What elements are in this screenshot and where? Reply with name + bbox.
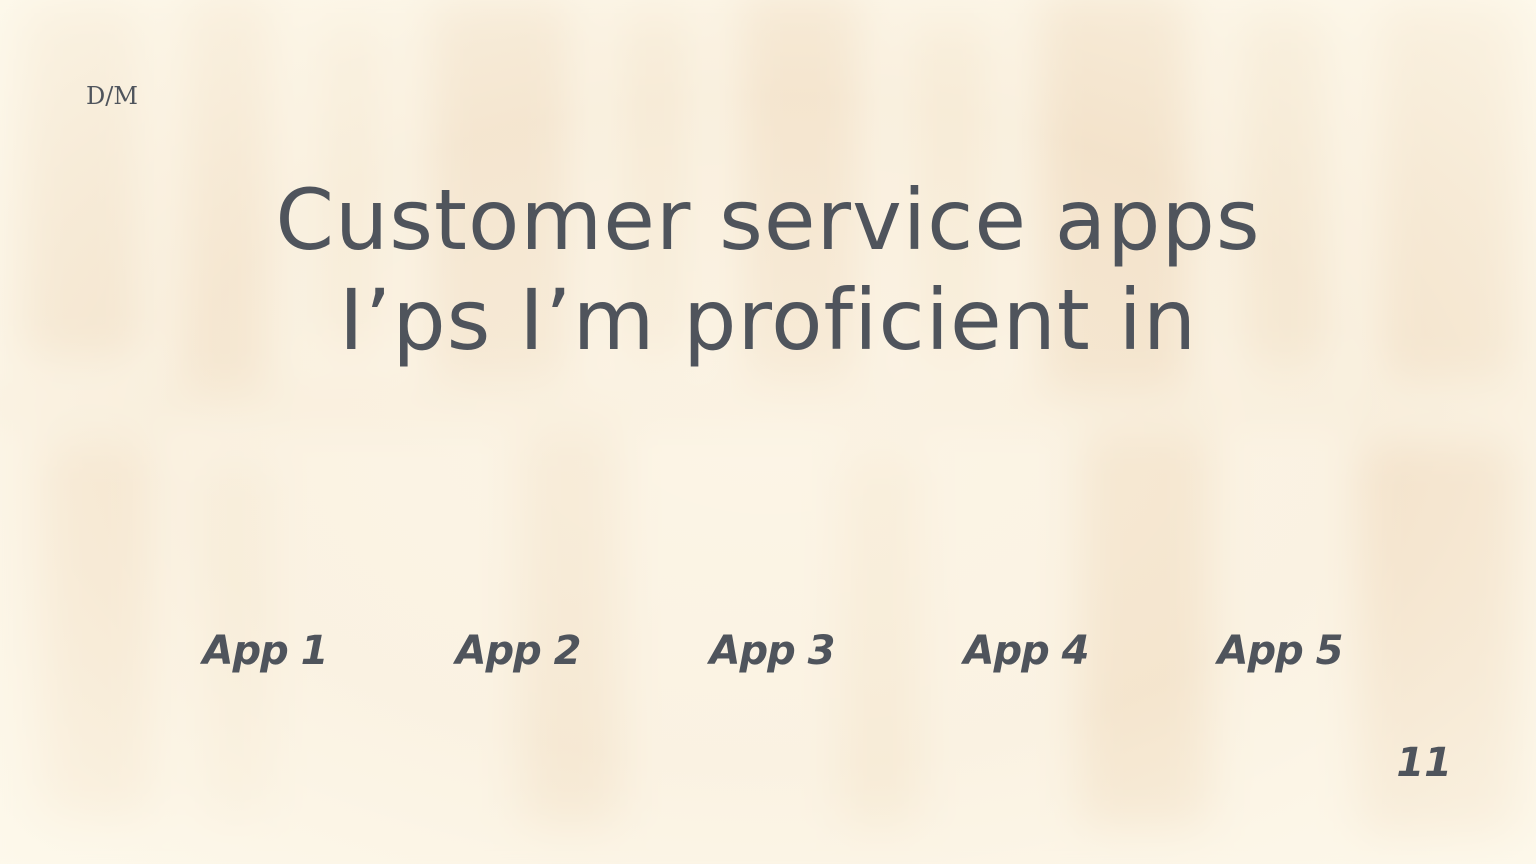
slide: D/M Customer service apps I’ps I’m profi…: [0, 0, 1536, 864]
app-item: App 3: [709, 628, 836, 674]
slide-title-line-2: I’ps I’m proficient in: [338, 271, 1198, 369]
logo: D/M: [86, 82, 138, 110]
app-item: App 4: [963, 628, 1090, 674]
slide-title: Customer service apps I’ps I’m proficien…: [0, 170, 1536, 370]
app-item: App 5: [1217, 628, 1344, 674]
app-item: App 1: [202, 628, 329, 674]
background-overlay: [0, 0, 1536, 864]
slide-title-line-1: Customer service apps: [275, 171, 1261, 269]
page-number: 11: [1396, 740, 1452, 786]
app-item: App 2: [455, 628, 582, 674]
app-list: App 1 App 2 App 3 App 4 App 5: [0, 628, 1536, 688]
